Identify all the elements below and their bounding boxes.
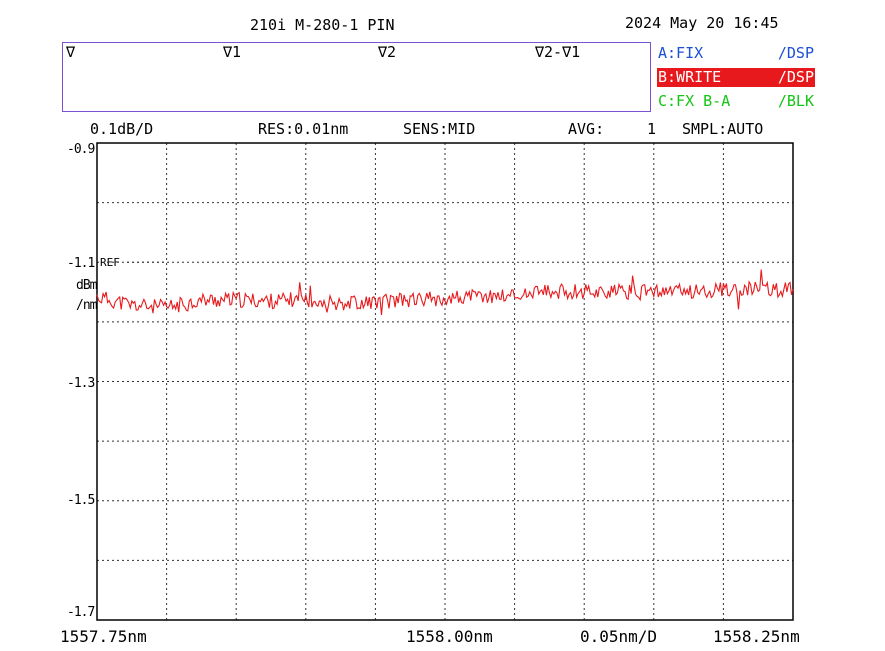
spectrum-plot	[96, 142, 794, 621]
